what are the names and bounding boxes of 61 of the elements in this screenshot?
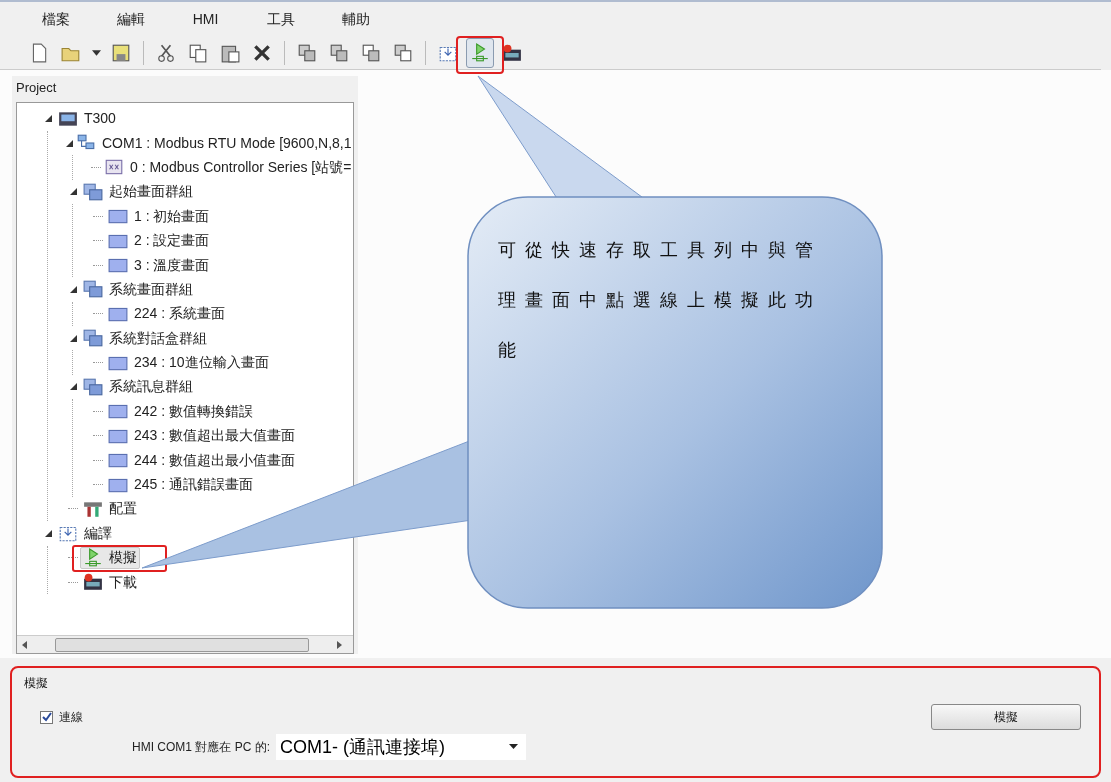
checkmark-icon: [41, 712, 52, 722]
tree-item[interactable]: COM1 : Modbus RTU Mode [9600,N,8,1: [73, 132, 353, 155]
tree-item[interactable]: 系統對話盒群組: [80, 327, 210, 350]
caret-icon: [91, 49, 101, 56]
scissors-icon: [156, 42, 176, 63]
stacked-screens-icon: [83, 377, 103, 397]
highlight-frame: [456, 36, 504, 74]
stacked-screens-icon: [83, 279, 103, 300]
horizontal-scrollbar[interactable]: [17, 635, 353, 653]
arrange-icon: [329, 42, 349, 63]
tree-item[interactable]: 起始畫面群組: [80, 180, 196, 203]
collapse-arrow-icon[interactable]: [66, 139, 73, 147]
collapse-arrow-icon[interactable]: [69, 334, 77, 342]
panel-title: Project: [15, 79, 58, 97]
tree-item[interactable]: 243 : 數值超出最大值畫面: [105, 424, 299, 447]
play-icon: [470, 42, 490, 63]
port-label: HMI COM1 對應在 PC 的:: [132, 739, 270, 756]
stacked-screens-icon: [83, 328, 103, 349]
tree-item[interactable]: 2 : 設定畫面: [105, 229, 213, 252]
collapse-arrow-icon[interactable]: [69, 188, 77, 196]
menu-item[interactable]: HMI: [168, 8, 243, 30]
arrange-icon: [361, 42, 381, 63]
stacked-screens-icon: [83, 181, 103, 202]
download-icon: [83, 572, 103, 593]
tree-item[interactable]: 0 : Modbus Controllor Series [站號=: [101, 156, 353, 179]
collapse-arrow-icon[interactable]: [44, 115, 52, 123]
tree-item[interactable]: T300: [55, 107, 119, 130]
copy-icon: [188, 42, 208, 63]
tree-item[interactable]: 配置: [80, 497, 140, 520]
delete-icon: [252, 42, 272, 63]
tree-item[interactable]: 244 : 數值超出最小值畫面: [105, 449, 299, 472]
tree-item[interactable]: 224 : 系統畫面: [105, 302, 229, 325]
menu-item[interactable]: 工具: [243, 8, 318, 30]
port-select[interactable]: COM1- (通訊連接埠): [276, 734, 526, 760]
panel-title: 模擬: [24, 675, 48, 692]
tree-item[interactable]: 234 : 10進位輸入畫面: [105, 351, 272, 374]
checkbox-label: 連線: [59, 709, 83, 726]
tree-item[interactable]: 系統訊息群組: [80, 376, 196, 398]
caret-icon: [509, 744, 518, 750]
arrange-icon: [393, 42, 413, 63]
tree-item[interactable]: 242 : 數值轉換錯誤: [105, 400, 257, 423]
tree-item[interactable]: 245 : 通訊錯誤畫面: [105, 473, 257, 496]
tree-item[interactable]: 編譯: [55, 522, 115, 545]
simulate-button[interactable]: 模擬: [931, 704, 1081, 730]
menu-item[interactable]: 輔助: [318, 8, 393, 30]
collapse-arrow-icon[interactable]: [44, 529, 52, 537]
menu-item[interactable]: 編輯: [93, 8, 168, 30]
scrollbar-thumb[interactable]: [55, 637, 309, 652]
tree-item[interactable]: 系統畫面群組: [80, 278, 196, 301]
collapse-arrow-icon[interactable]: [69, 383, 77, 391]
tree-item[interactable]: 下載: [80, 571, 140, 594]
download-icon: [502, 42, 522, 63]
play-icon: [83, 547, 103, 568]
collapse-arrow-icon[interactable]: [69, 285, 77, 293]
menu-item[interactable]: 檔案: [18, 8, 93, 30]
tree-item[interactable]: 模擬: [80, 546, 140, 569]
tree-item[interactable]: 1 : 初始畫面: [105, 205, 213, 228]
tree-item[interactable]: 3 : 溫度畫面: [105, 254, 213, 277]
checkbox[interactable]: [40, 710, 53, 724]
arrange-icon: [297, 42, 317, 63]
callout-text: 可從快速存取工具列中與管理畫面中點選線上模擬此功能: [498, 239, 823, 362]
